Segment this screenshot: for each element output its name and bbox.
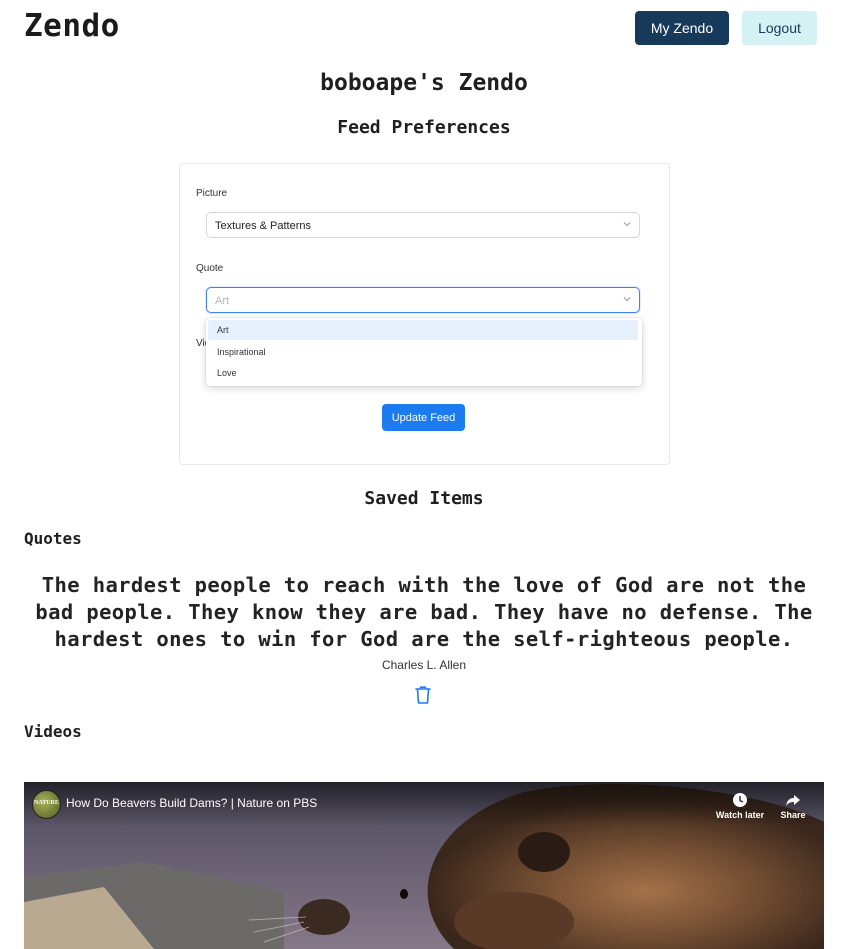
share-arrow-icon bbox=[786, 795, 800, 806]
logout-button[interactable]: Logout bbox=[742, 11, 817, 45]
picture-select-value: Textures & Patterns bbox=[215, 220, 311, 232]
clock-icon bbox=[733, 793, 747, 807]
watch-later-label: Watch later bbox=[715, 810, 765, 820]
chevron-down-icon bbox=[623, 222, 631, 227]
feed-preferences-heading: Feed Preferences bbox=[337, 117, 511, 138]
update-feed-button[interactable]: Update Feed bbox=[382, 404, 465, 431]
saved-items-heading: Saved Items bbox=[364, 488, 484, 509]
quote-option-art[interactable]: Art bbox=[208, 320, 638, 340]
saved-quote-author: Charles L. Allen bbox=[381, 658, 467, 672]
picture-label: Picture bbox=[196, 188, 228, 199]
my-zendo-button[interactable]: My Zendo bbox=[635, 11, 729, 45]
chevron-down-icon bbox=[623, 297, 631, 302]
quote-dropdown-menu: Art Inspirational Love bbox=[206, 318, 642, 386]
video-label: Vid bbox=[196, 338, 206, 349]
quotes-heading: Quotes bbox=[24, 529, 82, 548]
quote-select-placeholder: Art bbox=[215, 295, 230, 307]
brand-logo[interactable]: Zendo bbox=[24, 8, 120, 44]
videos-heading: Videos bbox=[24, 722, 82, 741]
channel-logo-text: NATURE bbox=[34, 800, 59, 806]
quote-option-inspirational[interactable]: Inspirational bbox=[208, 342, 638, 362]
share-button[interactable]: Share bbox=[768, 792, 818, 820]
quote-label: Quote bbox=[196, 263, 224, 274]
share-label: Share bbox=[780, 810, 806, 820]
page-title: boboape's Zendo bbox=[320, 70, 528, 96]
video-embed[interactable]: NATURE How Do Beavers Build Dams? | Natu… bbox=[24, 782, 824, 949]
video-title[interactable]: How Do Beavers Build Dams? | Nature on P… bbox=[66, 796, 317, 810]
quote-option-love[interactable]: Love bbox=[208, 363, 638, 383]
trash-icon[interactable] bbox=[414, 685, 432, 705]
channel-logo[interactable]: NATURE bbox=[32, 790, 61, 819]
quote-select[interactable]: Art bbox=[206, 287, 640, 313]
picture-select[interactable]: Textures & Patterns bbox=[206, 212, 640, 238]
feed-preferences-card: Picture Textures & Patterns Quote Art Vi… bbox=[179, 163, 670, 465]
saved-quote-text: The hardest people to reach with the lov… bbox=[35, 573, 813, 651]
watch-later-button[interactable]: Watch later bbox=[715, 792, 765, 820]
